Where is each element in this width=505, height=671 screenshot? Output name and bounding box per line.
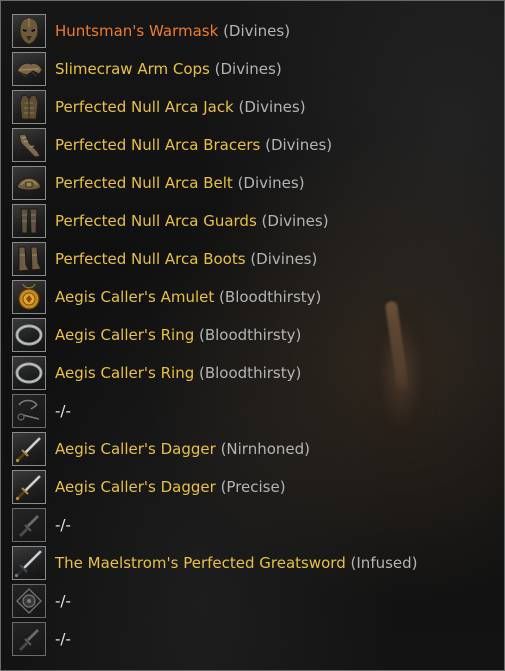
- item-trait: (Divines): [261, 212, 329, 230]
- equipment-row-off-hand[interactable]: Aegis Caller's Dagger (Precise): [12, 468, 492, 506]
- item-name: Aegis Caller's Dagger: [55, 440, 216, 458]
- item-name: Perfected Null Arca Boots: [55, 250, 246, 268]
- item-trait: (Precise): [220, 478, 286, 496]
- item-trait: (Divines): [223, 22, 291, 40]
- equipment-label: Huntsman's Warmask (Divines): [55, 22, 290, 40]
- equipment-row-legs[interactable]: Perfected Null Arca Guards (Divines): [12, 202, 492, 240]
- ring-icon: [12, 318, 46, 352]
- equipment-label: Aegis Caller's Amulet (Bloodthirsty): [55, 288, 321, 306]
- ring-icon: [12, 356, 46, 390]
- equipment-label: Aegis Caller's Ring (Bloodthirsty): [55, 326, 301, 344]
- equipment-row-ring2[interactable]: Aegis Caller's Ring (Bloodthirsty): [12, 354, 492, 392]
- equipment-label: -/-: [55, 402, 71, 420]
- item-name: Aegis Caller's Ring: [55, 326, 195, 344]
- empty-slot-icon: [12, 622, 46, 656]
- equipment-label: -/-: [55, 630, 71, 648]
- helmet-mask-icon: [12, 14, 46, 48]
- equipment-label: Slimecraw Arm Cops (Divines): [55, 60, 282, 78]
- item-trait: (Infused): [350, 554, 418, 572]
- belt-icon: [12, 166, 46, 200]
- boots-icon: [12, 242, 46, 276]
- empty-slot-text: -/-: [55, 516, 71, 534]
- equipment-row-backup-off-hand[interactable]: -/-: [12, 582, 492, 620]
- equipment-row-chest[interactable]: Perfected Null Arca Jack (Divines): [12, 88, 492, 126]
- empty-slot-text: -/-: [55, 630, 71, 648]
- item-name: Slimecraw Arm Cops: [55, 60, 210, 78]
- empty-offhand-icon: [12, 584, 46, 618]
- equipment-row-feet[interactable]: Perfected Null Arca Boots (Divines): [12, 240, 492, 278]
- item-name: Perfected Null Arca Belt: [55, 174, 233, 192]
- item-name: The Maelstrom's Perfected Greatsword: [55, 554, 346, 572]
- item-name: Aegis Caller's Amulet: [55, 288, 215, 306]
- equipment-label: -/-: [55, 592, 71, 610]
- item-name: Aegis Caller's Dagger: [55, 478, 216, 496]
- item-trait: (Divines): [250, 250, 318, 268]
- equipment-row-main-hand[interactable]: Aegis Caller's Dagger (Nirnhoned): [12, 430, 492, 468]
- equipment-label: The Maelstrom's Perfected Greatsword (In…: [55, 554, 418, 572]
- equipment-row-head[interactable]: Huntsman's Warmask (Divines): [12, 12, 492, 50]
- equipment-row-neck[interactable]: Aegis Caller's Amulet (Bloodthirsty): [12, 278, 492, 316]
- leg-guards-icon: [12, 204, 46, 238]
- item-trait: (Bloodthirsty): [199, 364, 302, 382]
- equipment-label: Perfected Null Arca Belt (Divines): [55, 174, 305, 192]
- item-trait: (Nirnhoned): [220, 440, 311, 458]
- empty-slot-icon: [12, 394, 46, 428]
- equipment-row-shoulders[interactable]: Slimecraw Arm Cops (Divines): [12, 50, 492, 88]
- item-trait: (Divines): [238, 98, 306, 116]
- equipment-label: Perfected Null Arca Bracers (Divines): [55, 136, 332, 154]
- equipment-label: Aegis Caller's Dagger (Nirnhoned): [55, 440, 310, 458]
- item-name: Aegis Caller's Ring: [55, 364, 195, 382]
- chest-armor-icon: [12, 90, 46, 124]
- equipment-row-backup-poison[interactable]: -/-: [12, 620, 492, 658]
- equipment-tooltip-panel: Huntsman's Warmask (Divines) Slimecraw A…: [0, 0, 505, 671]
- equipment-row-poison-2[interactable]: -/-: [12, 506, 492, 544]
- empty-slot-icon: [12, 508, 46, 542]
- item-name: Huntsman's Warmask: [55, 22, 219, 40]
- greatsword-icon: [12, 546, 46, 580]
- equipment-label: Perfected Null Arca Guards (Divines): [55, 212, 329, 230]
- item-trait: (Bloodthirsty): [199, 326, 302, 344]
- equipment-row-ring1[interactable]: Aegis Caller's Ring (Bloodthirsty): [12, 316, 492, 354]
- shoulder-armor-icon: [12, 52, 46, 86]
- item-name: Perfected Null Arca Bracers: [55, 136, 261, 154]
- item-trait: (Divines): [214, 60, 282, 78]
- equipment-label: -/-: [55, 516, 71, 534]
- equipment-row-poison-1[interactable]: -/-: [12, 392, 492, 430]
- equipment-row-waist[interactable]: Perfected Null Arca Belt (Divines): [12, 164, 492, 202]
- equipment-label: Aegis Caller's Dagger (Precise): [55, 478, 286, 496]
- equipment-row-backup-main-hand[interactable]: The Maelstrom's Perfected Greatsword (In…: [12, 544, 492, 582]
- equipment-label: Aegis Caller's Ring (Bloodthirsty): [55, 364, 301, 382]
- item-trait: (Divines): [237, 174, 305, 192]
- bracers-icon: [12, 128, 46, 162]
- item-trait: (Divines): [265, 136, 333, 154]
- item-name: Perfected Null Arca Jack: [55, 98, 234, 116]
- empty-slot-text: -/-: [55, 402, 71, 420]
- dagger-icon: [12, 432, 46, 466]
- item-trait: (Bloodthirsty): [219, 288, 322, 306]
- item-name: Perfected Null Arca Guards: [55, 212, 257, 230]
- dagger-icon: [12, 470, 46, 504]
- equipment-label: Perfected Null Arca Boots (Divines): [55, 250, 317, 268]
- empty-slot-text: -/-: [55, 592, 71, 610]
- amulet-icon: [12, 280, 46, 314]
- equipment-label: Perfected Null Arca Jack (Divines): [55, 98, 306, 116]
- equipment-row-hands[interactable]: Perfected Null Arca Bracers (Divines): [12, 126, 492, 164]
- equipment-list: Huntsman's Warmask (Divines) Slimecraw A…: [12, 12, 492, 658]
